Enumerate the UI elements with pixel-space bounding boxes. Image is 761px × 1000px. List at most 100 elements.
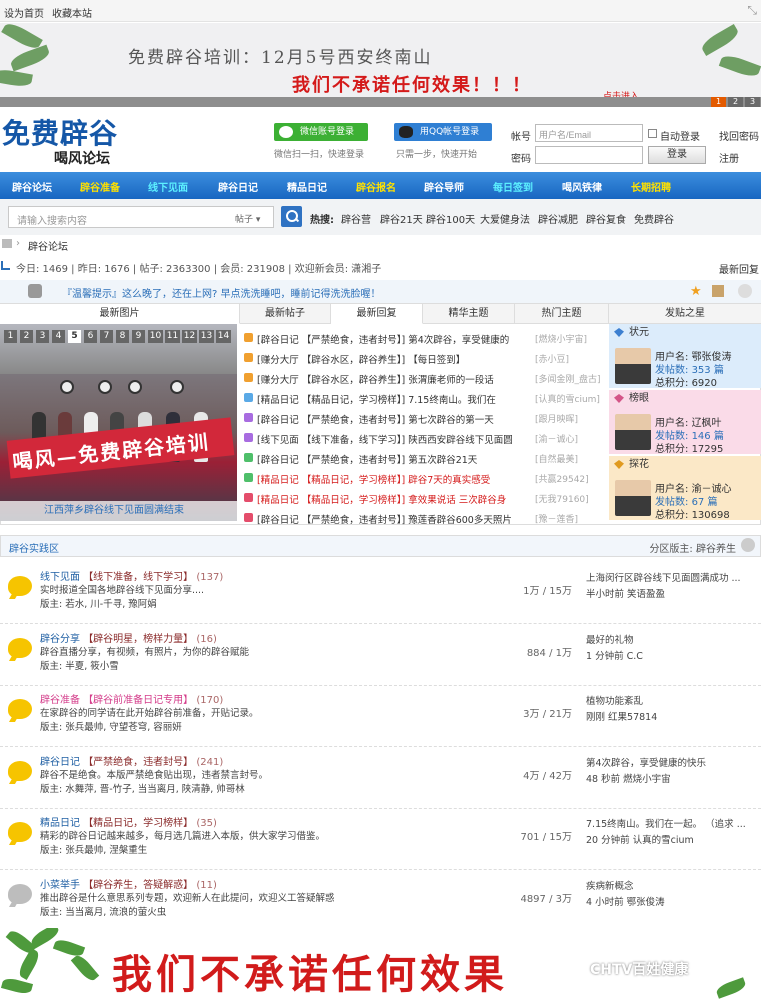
avatar[interactable] xyxy=(615,414,651,450)
hot-search-link[interactable]: 辟谷营 xyxy=(341,211,371,226)
nav-item-prepare[interactable]: 辟谷准备 xyxy=(80,179,120,194)
banner-cta[interactable]: 点击进入 xyxy=(603,89,639,97)
photo-page-current[interactable]: 5 xyxy=(68,330,81,343)
forum-name[interactable]: 辟谷分享 【辟谷明星，榜样力量】 (16) xyxy=(40,630,217,645)
thread-title[interactable]: [辟谷日记 【严禁绝食，违者封号】] 豫莲香辟谷600多天照片 xyxy=(257,512,512,526)
thread-row[interactable]: [赚分大厅 【辟谷水区，辟谷养生】] 张渭廉老师的一段话 [多闻金刚_盘古] xyxy=(241,368,608,388)
search-input[interactable]: 请输入搜索内容 帖子 ▾ xyxy=(8,206,274,228)
forum-last-post[interactable]: 植物功能紊乱 xyxy=(586,693,758,707)
photo-page[interactable]: 3 xyxy=(36,330,49,343)
forum-last-time[interactable]: 48 秒前 燃烧小宇宙 xyxy=(586,771,671,785)
settings-icon[interactable] xyxy=(738,284,752,298)
nav-item-meetup[interactable]: 线下见面 xyxy=(148,179,188,194)
thread-row[interactable]: [辟谷日记 【严禁绝食，违者封号】] 第七次辟谷的第一天 [跟月映晖] xyxy=(241,408,608,428)
avatar[interactable] xyxy=(615,480,651,516)
thread-row[interactable]: [辟谷日记 【严禁绝食，违者封号】] 第五次辟谷21天 [自然最美] xyxy=(241,448,608,468)
forum-name[interactable]: 小菜举手 【辟谷养生，答疑解惑】 (11) xyxy=(40,876,217,891)
forum-last-post[interactable]: 最好的礼物 xyxy=(586,632,758,646)
thread-title[interactable]: [赚分大厅 【辟谷水区，辟谷养生】] 张渭廉老师的一段话 xyxy=(257,372,494,386)
bottom-banner[interactable]: 我们不承诺任何效果 CHTV百姓健康 xyxy=(0,928,761,1000)
photo-page[interactable]: 13 xyxy=(199,330,214,343)
thread-author[interactable]: [自然最美] xyxy=(535,452,578,465)
photo-page[interactable]: 7 xyxy=(100,330,113,343)
hot-search-link[interactable]: 辟谷21天 xyxy=(380,211,423,226)
thread-title[interactable]: [赚分大厅 【辟谷水区，辟谷养生】] 【每日签到】 xyxy=(257,352,465,366)
wechat-login-button[interactable]: 微信账号登录 xyxy=(274,123,368,141)
resize-icon[interactable]: ⤡ xyxy=(747,3,757,18)
thread-row[interactable]: [精品日记 【精品日记，学习榜样】] 7.15终南山。我们在 [认真的雪cium] xyxy=(241,388,608,408)
thread-row[interactable]: [辟谷日记 【严禁绝食，违者封号】] 第4次辟谷，享受健康的 [燃烧小宇宙] xyxy=(241,328,608,348)
thread-row[interactable]: [精品日记 【精品日记，学习榜样】] 拿效果说话 三次辟谷身 [无我79160] xyxy=(241,488,608,508)
thread-title[interactable]: [精品日记 【精品日记，学习榜样】] 拿效果说话 三次辟谷身 xyxy=(257,492,506,506)
bookmark-link[interactable]: 收藏本站 xyxy=(52,5,92,20)
thread-title[interactable]: [精品日记 【精品日记，学习榜样】] 7.15终南山。我们在 xyxy=(257,392,496,406)
forum-last-post[interactable]: 疾病新概念 xyxy=(586,878,758,892)
hot-search-link[interactable]: 辟谷复食 xyxy=(586,211,626,226)
thread-author[interactable]: [多闻金刚_盘古] xyxy=(535,372,601,385)
photo-page[interactable]: 10 xyxy=(148,330,163,343)
thread-row[interactable]: [赚分大厅 【辟谷水区，辟谷养生】] 【每日签到】 [赤小豆] xyxy=(241,348,608,368)
search-scope-select[interactable]: 帖子 ▾ xyxy=(235,212,260,225)
photo-page[interactable]: 9 xyxy=(132,330,145,343)
top-banner[interactable]: 免费辟谷培训：12月5号西安终南山 我们不承诺任何效果！！！ 点击进入 xyxy=(0,23,761,97)
register-link[interactable]: 注册 xyxy=(719,150,739,165)
photo-page[interactable]: 14 xyxy=(216,330,231,343)
nav-item-diary[interactable]: 辟谷日记 xyxy=(218,179,258,194)
photo-page[interactable]: 6 xyxy=(84,330,97,343)
photo-caption[interactable]: 江西萍乡辟谷线下见面圆满结束 xyxy=(0,501,237,521)
tab-latest-posts[interactable]: 最新帖子 xyxy=(240,304,331,324)
thread-row[interactable]: [辟谷日记 【严禁绝食，违者封号】] 豫莲香辟谷600多天照片 [豫－莲香] xyxy=(241,508,608,528)
search-button[interactable] xyxy=(281,206,302,227)
thread-row[interactable]: [精品日记 【精品日记，学习榜样】] 辟谷7天的真实感受 [共赢29542] xyxy=(241,468,608,488)
forum-moderators[interactable]: 版主: 张兵最帅, 涅槃重生 xyxy=(40,842,147,856)
forum-moderators[interactable]: 版主: 若水, 川-千寻, 豫阿娟 xyxy=(40,596,157,610)
forum-last-time[interactable]: 刚刚 红果57814 xyxy=(586,709,657,723)
banner-page-3[interactable]: 3 xyxy=(745,97,760,107)
tab-hot-topics[interactable]: 热门主题 xyxy=(515,304,609,324)
hot-search-link[interactable]: 免费辟谷 xyxy=(634,211,674,226)
nav-item-featured-diary[interactable]: 精品日记 xyxy=(287,179,327,194)
nav-item-signup[interactable]: 辟谷报名 xyxy=(356,179,396,194)
hot-search-link[interactable]: 辟谷减肥 xyxy=(538,211,578,226)
login-button[interactable]: 登录 xyxy=(648,146,706,164)
nav-item-mentor[interactable]: 辟谷导师 xyxy=(424,179,464,194)
forum-last-post[interactable]: 上海闵行区辟谷线下见面圆满成功 ... xyxy=(586,570,758,584)
nav-item-forum[interactable]: 辟谷论坛 xyxy=(12,179,52,194)
forum-moderators[interactable]: 版主: 水舞萍, 晋-竹子, 当当离月, 陕清静, 帅哥林 xyxy=(40,781,245,795)
account-input[interactable]: 用户名/Email xyxy=(535,124,643,142)
photo-page[interactable]: 8 xyxy=(116,330,129,343)
thread-author[interactable]: [无我79160] xyxy=(535,492,589,505)
featured-photo[interactable]: 喝风—免费辟谷培训 江西萍乡辟谷线下见面圆满结束 xyxy=(0,324,237,521)
forgot-password-link[interactable]: 找回密码 xyxy=(719,128,759,143)
forum-last-time[interactable]: 1 分钟前 C.C xyxy=(586,648,643,662)
forum-last-time[interactable]: 20 分钟前 认真的雪cium xyxy=(586,832,694,846)
breadcrumb-forum[interactable]: 辟谷论坛 xyxy=(28,238,68,253)
banner-page-1[interactable]: 1 xyxy=(711,97,726,107)
nav-item-recruit[interactable]: 长期招聘 xyxy=(631,179,671,194)
thread-author[interactable]: [认真的雪cium] xyxy=(535,392,600,405)
thread-author[interactable]: [共赢29542] xyxy=(535,472,589,485)
thread-author[interactable]: [豫－莲香] xyxy=(535,512,578,525)
qq-login-button[interactable]: 用QQ帐号登录 xyxy=(394,123,492,141)
forum-name[interactable]: 辟谷日记 【严禁绝食，违者封号】 (241) xyxy=(40,753,223,768)
section-title[interactable]: 辟谷实践区 xyxy=(9,540,59,555)
thread-author[interactable]: [跟月映晖] xyxy=(535,412,578,425)
home-icon[interactable] xyxy=(2,239,12,248)
thread-title[interactable]: [辟谷日记 【严禁绝食，违者封号】] 第七次辟谷的第一天 xyxy=(257,412,494,426)
banner-page-2[interactable]: 2 xyxy=(728,97,743,107)
auto-login-checkbox[interactable] xyxy=(648,129,657,138)
nav-item-checkin[interactable]: 每日签到 xyxy=(493,179,533,194)
thread-author[interactable]: [赤小豆] xyxy=(535,352,569,365)
forum-name[interactable]: 线下见面 【线下准备，线下学习】 (137) xyxy=(40,568,223,583)
forum-last-post[interactable]: 7.15终南山。我们在一起。 （追求 ... xyxy=(586,816,758,830)
thread-title[interactable]: [辟谷日记 【严禁绝食，违者封号】] 第五次辟谷21天 xyxy=(257,452,477,466)
thread-author[interactable]: [渝－诚心] xyxy=(535,432,578,445)
photo-page[interactable]: 2 xyxy=(20,330,33,343)
photo-page[interactable]: 4 xyxy=(52,330,65,343)
forum-name[interactable]: 精品日记 【精品日记，学习榜样】 (35) xyxy=(40,814,217,829)
avatar[interactable] xyxy=(615,348,651,384)
nav-item-rules[interactable]: 喝风铁律 xyxy=(562,179,602,194)
thread-title[interactable]: [线下见面 【线下准备，线下学习】] 陕西西安辟谷线下见面圆 xyxy=(257,432,513,446)
thread-author[interactable]: [燃烧小宇宙] xyxy=(535,332,587,345)
forum-name[interactable]: 辟谷准备 【辟谷前准备日记专用】 (170) xyxy=(40,691,223,706)
